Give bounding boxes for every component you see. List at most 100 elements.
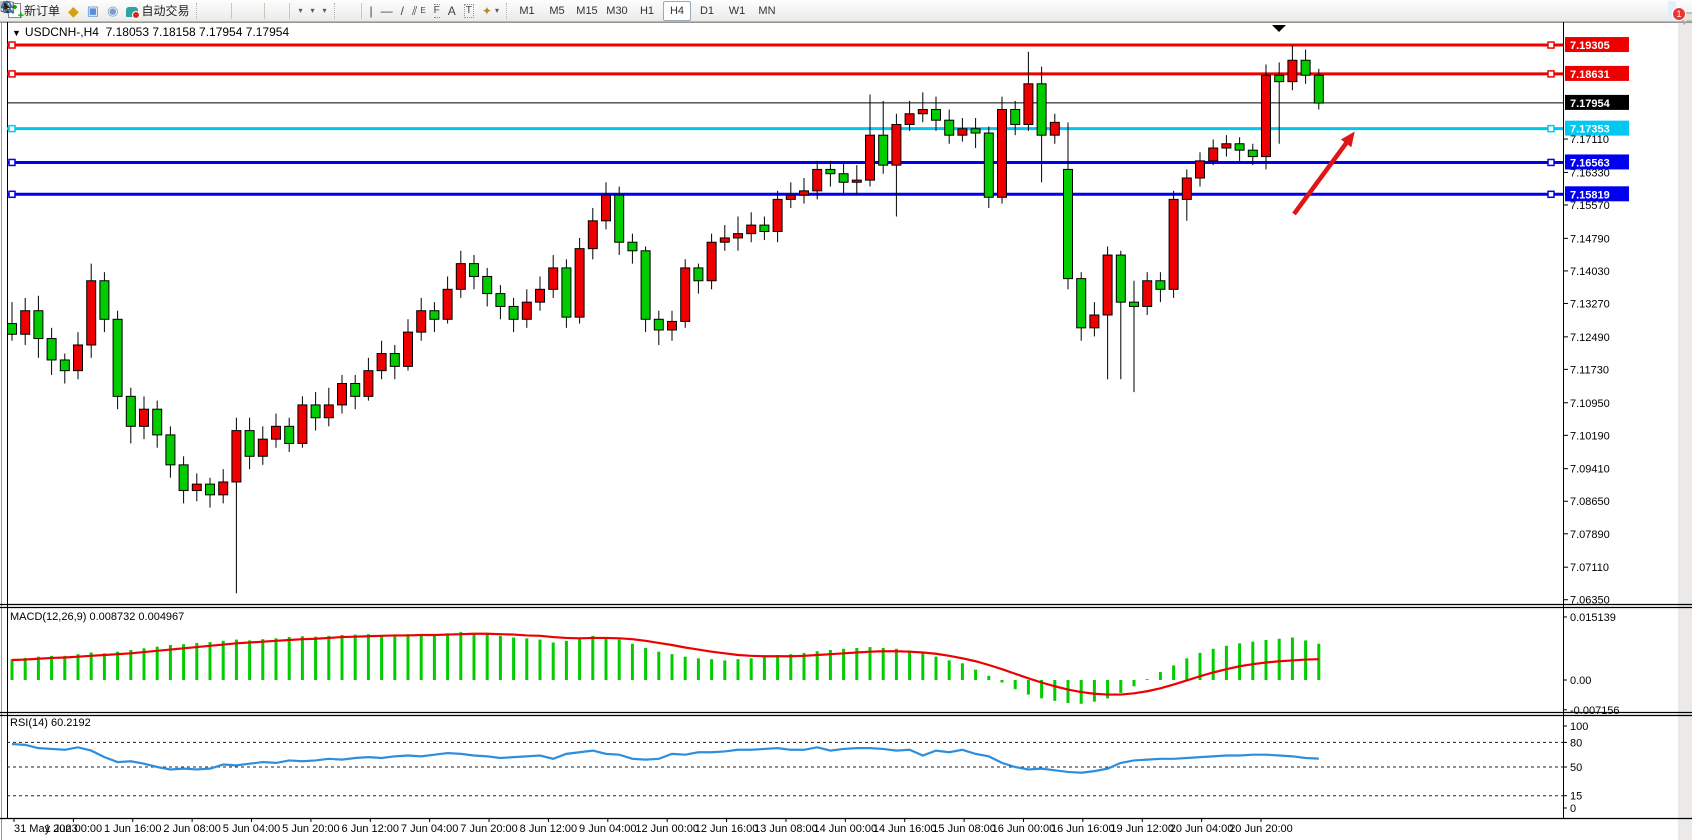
timeframe-button-h4[interactable]: H4 xyxy=(663,1,691,21)
toolbar-grip xyxy=(334,3,338,19)
candle-body xyxy=(113,319,122,396)
timeframe-button-mn[interactable]: MN xyxy=(753,1,781,21)
text-label-button[interactable]: T xyxy=(460,1,478,21)
fibonacci-icon: F xyxy=(434,4,440,18)
line-chart-button[interactable] xyxy=(219,1,227,21)
tile-windows-button[interactable] xyxy=(252,1,260,21)
line-handle[interactable] xyxy=(1548,42,1554,48)
chat-button[interactable]: 1 xyxy=(1676,1,1684,21)
time-tick-label: 20 Jun 20:00 xyxy=(1229,823,1293,835)
trendline-button[interactable]: / xyxy=(397,1,408,21)
line-handle[interactable] xyxy=(9,159,15,165)
line-handle[interactable] xyxy=(9,126,15,132)
line-handle[interactable] xyxy=(9,42,15,48)
candle-body xyxy=(866,135,875,180)
text-tool-icon: A xyxy=(448,5,456,17)
line-handle[interactable] xyxy=(9,191,15,197)
terminal-icon: ▣ xyxy=(87,5,99,17)
zoom-in-button[interactable] xyxy=(236,1,244,21)
horizontal-line-icon: — xyxy=(381,5,393,17)
price-tick-label: 7.15570 xyxy=(1570,200,1610,212)
fibonacci-button[interactable]: F xyxy=(430,1,444,21)
candle-body xyxy=(1262,75,1271,156)
horizontal-line-button[interactable]: — xyxy=(377,1,397,21)
line-handle[interactable] xyxy=(9,71,15,77)
time-tick-label: 16 Jun 16:00 xyxy=(1051,823,1115,835)
candle-body xyxy=(668,321,677,330)
time-tick-label: 1 Jun 00:00 xyxy=(45,823,103,835)
price-tick-label: 7.07110 xyxy=(1570,562,1609,574)
price-tick-label: 7.12490 xyxy=(1570,332,1610,344)
bar-chart-button[interactable] xyxy=(203,1,211,21)
candle-body xyxy=(760,225,769,231)
candle-body xyxy=(1064,169,1073,278)
timeframe-button-h1[interactable]: H1 xyxy=(633,1,661,21)
text-tool-button[interactable]: A xyxy=(444,1,460,21)
timeframe-button-m1[interactable]: M1 xyxy=(513,1,541,21)
line-handle[interactable] xyxy=(1548,191,1554,197)
line-handle[interactable] xyxy=(1548,126,1554,132)
time-tick-label: 16 Jun 00:00 xyxy=(992,823,1056,835)
line-handle[interactable] xyxy=(1548,71,1554,77)
dropdown-arrow-icon: ▾ xyxy=(298,5,302,17)
time-tick-label: 19 Jun 12:00 xyxy=(1110,823,1174,835)
symbol-dropdown-icon[interactable]: ▼ xyxy=(12,28,21,38)
crosshair-button[interactable] xyxy=(349,1,357,21)
line-handle[interactable] xyxy=(1548,159,1554,165)
candle-body xyxy=(536,289,545,302)
candle-body xyxy=(74,345,83,371)
price-badge-label: 7.15819 xyxy=(1570,189,1610,201)
zoom-out-button[interactable] xyxy=(244,1,252,21)
price-tick-label: 7.17110 xyxy=(1570,134,1609,146)
price-scale[interactable]: 7.171107.163307.155707.147907.140307.132… xyxy=(1563,134,1610,607)
styler-button[interactable]: ◆ xyxy=(64,1,83,21)
price-tick-label: 7.14030 xyxy=(1570,266,1610,278)
chart-canvas[interactable]: 7.171107.163307.155707.147907.140307.132… xyxy=(0,0,1692,840)
trendline-icon: / xyxy=(401,5,404,17)
price-badge-label: 7.19305 xyxy=(1570,40,1610,52)
candle-body xyxy=(34,311,43,339)
toolbar-grip xyxy=(196,3,200,19)
timeframe-button-d1[interactable]: D1 xyxy=(693,1,721,21)
candle-body xyxy=(1011,109,1020,124)
auto-trading-button[interactable]: 自动交易 xyxy=(122,1,193,21)
symbol-timeframe: USDCNH-,H4 xyxy=(25,25,99,39)
price-badge-label: 7.18631 xyxy=(1570,69,1610,81)
candle-body xyxy=(602,195,611,221)
timeframe-button-m30[interactable]: M30 xyxy=(603,1,631,21)
candlestick-chart-button[interactable] xyxy=(211,1,219,21)
timeframe-button-m5[interactable]: M5 xyxy=(543,1,571,21)
toolbar-separator xyxy=(289,3,290,19)
chart-symbol-header[interactable]: ▼ USDCNH-,H4 7.18053 7.18158 7.17954 7.17… xyxy=(12,25,289,39)
periods-button[interactable]: ▾ xyxy=(306,1,318,21)
equidistant-channel-button[interactable]: ⫽E xyxy=(408,1,430,21)
timeframe-button-m15[interactable]: M15 xyxy=(573,1,601,21)
indicators-button[interactable]: ▾ xyxy=(294,1,306,21)
candle-body xyxy=(364,371,373,397)
timeframe-button-w1[interactable]: W1 xyxy=(723,1,751,21)
candle-body xyxy=(338,384,347,405)
terminal-button[interactable]: ▣ xyxy=(83,1,103,21)
templates-button[interactable]: ▾ xyxy=(318,1,330,21)
cursor-button[interactable] xyxy=(341,1,349,21)
candle-body xyxy=(945,120,954,135)
timeframe-toolbar: M1M5M15M30H1H4D1W1MN xyxy=(513,1,781,21)
arrows-tool-button[interactable]: ✦▾ xyxy=(478,1,503,21)
price-tick-label: 7.09410 xyxy=(1570,464,1610,476)
candle-body xyxy=(1050,122,1059,135)
chart-shift-button[interactable] xyxy=(277,1,285,21)
candle-body xyxy=(918,109,927,113)
vertical-line-button[interactable]: | xyxy=(366,1,377,21)
candle-body xyxy=(1222,144,1231,148)
rsi-scale-label: 50 xyxy=(1570,762,1582,774)
auto-scroll-button[interactable] xyxy=(269,1,277,21)
candle-body xyxy=(153,409,162,435)
candle-body xyxy=(1024,84,1033,125)
time-tick-label: 13 Jun 08:00 xyxy=(754,823,818,835)
candle-body xyxy=(1130,302,1139,306)
dropdown-arrow-icon: ▾ xyxy=(495,5,499,17)
time-tick-label: 15 Jun 08:00 xyxy=(932,823,996,835)
ohlc-quote: 7.18053 7.18158 7.17954 7.17954 xyxy=(106,25,290,39)
candle-body xyxy=(87,281,96,345)
signals-button[interactable]: ◉ xyxy=(103,1,122,21)
